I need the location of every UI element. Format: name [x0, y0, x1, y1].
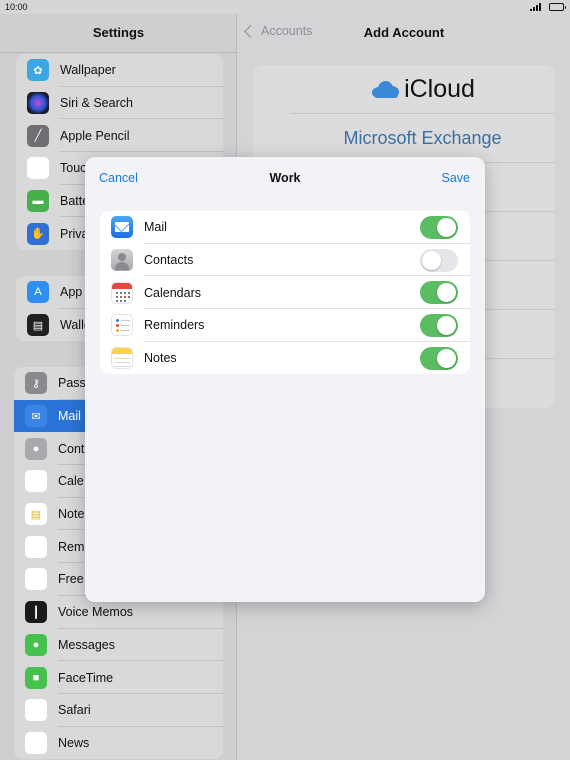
calendar-icon: ▦	[25, 470, 47, 493]
notes-icon	[111, 347, 133, 370]
mail-toggle[interactable]	[420, 216, 458, 239]
voice-memos-icon: ┃	[25, 601, 47, 624]
sidebar-item-label: Cont	[58, 441, 85, 456]
reminders-icon: ☰	[25, 535, 47, 558]
freeform-icon: ∿	[25, 568, 47, 591]
reminders-toggle[interactable]	[420, 314, 458, 338]
sidebar-item-label: Messages	[58, 637, 115, 652]
sidebar-item-label: FaceTime	[58, 670, 114, 685]
sidebar-item-label: Voice Memos	[58, 605, 134, 620]
sidebar-item-label: Rem	[58, 539, 85, 554]
sidebar-item-wallpaper[interactable]: ✿ Wallpaper	[16, 54, 223, 87]
toggle-row-reminders: Reminders	[100, 309, 470, 342]
reminders-icon	[111, 314, 133, 337]
key-icon: ⚷	[25, 372, 47, 395]
sidebar-item-news[interactable]: N News	[14, 727, 223, 760]
notes-toggle[interactable]	[420, 346, 458, 370]
fingerprint-icon: ◎	[27, 157, 49, 180]
sidebar-item-label: Siri & Search	[60, 96, 133, 111]
toggle-row-calendars: Calendars	[100, 276, 470, 310]
sidebar-item-siri[interactable]: Siri & Search	[16, 87, 223, 120]
sidebar-item-label: Cale	[58, 474, 84, 489]
sidebar-item-label: Apple Pencil	[60, 128, 130, 143]
siri-icon	[27, 92, 49, 115]
toggle-label: Notes	[144, 351, 177, 366]
cellular-signal-icon	[530, 3, 542, 11]
provider-label: iCloud	[404, 74, 475, 103]
status-time: 10:00	[5, 2, 28, 12]
wallet-icon: ▤	[27, 314, 49, 337]
sidebar-item-safari[interactable]: ⊘ Safari	[14, 694, 223, 727]
toggle-label: Contacts	[144, 253, 194, 268]
save-button[interactable]: Save	[442, 171, 471, 185]
toggle-row-mail: Mail	[100, 211, 470, 244]
toggle-label: Reminders	[144, 318, 205, 333]
facetime-icon: ■	[25, 666, 47, 689]
mail-icon	[111, 216, 133, 239]
sheet-title: Work	[269, 171, 301, 185]
provider-exchange[interactable]: Microsoft Exchange	[290, 114, 555, 163]
sync-toggle-list: Mail Contacts Calendars Reminders Notes	[100, 211, 470, 375]
sidebar-item-label: Pass	[58, 376, 86, 391]
page-title: Add Account	[363, 25, 445, 40]
sidebar-item-label: Touc	[60, 161, 87, 176]
sidebar-title: Settings	[92, 25, 145, 40]
battery-icon	[549, 3, 566, 11]
sheet-nav-bar: Cancel Work Save	[85, 157, 485, 199]
toggle-label: Calendars	[144, 285, 201, 300]
contacts-toggle[interactable]	[420, 248, 458, 272]
mail-icon: ✉	[25, 405, 47, 428]
status-bar: 10:00	[0, 0, 570, 14]
pencil-icon: ╱	[27, 124, 49, 147]
toggle-label: Mail	[144, 220, 167, 235]
account-sync-sheet: Cancel Work Save Mail Contacts Calendars…	[85, 157, 485, 602]
wallpaper-icon: ✿	[27, 59, 49, 82]
provider-icloud[interactable]: iCloud	[290, 65, 555, 114]
sidebar-item-label: Free	[58, 572, 84, 587]
toggle-row-notes: Notes	[100, 342, 470, 375]
sidebar-item-label: Safari	[58, 703, 91, 718]
sidebar-item-label: Note	[58, 507, 85, 522]
messages-icon: ●	[25, 633, 47, 656]
sidebar-item-label: Wallpaper	[60, 63, 116, 78]
contacts-icon	[111, 249, 133, 272]
toggle-row-contacts: Contacts	[100, 244, 470, 277]
sidebar-item-facetime[interactable]: ■ FaceTime	[14, 661, 223, 694]
calendar-icon	[111, 281, 133, 304]
sidebar-item-label: App	[60, 285, 83, 300]
news-icon: N	[25, 731, 47, 754]
sidebar-item-apple-pencil[interactable]: ╱ Apple Pencil	[16, 119, 223, 153]
provider-label: Microsoft Exchange	[343, 127, 502, 148]
safari-icon: ⊘	[25, 699, 47, 722]
icloud-icon	[370, 80, 400, 98]
sidebar-item-messages[interactable]: ● Messages	[14, 629, 223, 662]
sidebar-item-label: Mail	[58, 409, 81, 424]
sidebar-divider	[0, 52, 236, 53]
hand-icon: ✋	[27, 222, 49, 245]
app-store-icon: A	[27, 281, 49, 304]
calendars-toggle[interactable]	[420, 281, 458, 305]
sidebar-item-label: News	[58, 735, 90, 750]
contacts-icon: ●	[25, 437, 47, 460]
notes-icon: ▤	[25, 503, 47, 526]
battery-setting-icon: ▬	[27, 190, 49, 213]
